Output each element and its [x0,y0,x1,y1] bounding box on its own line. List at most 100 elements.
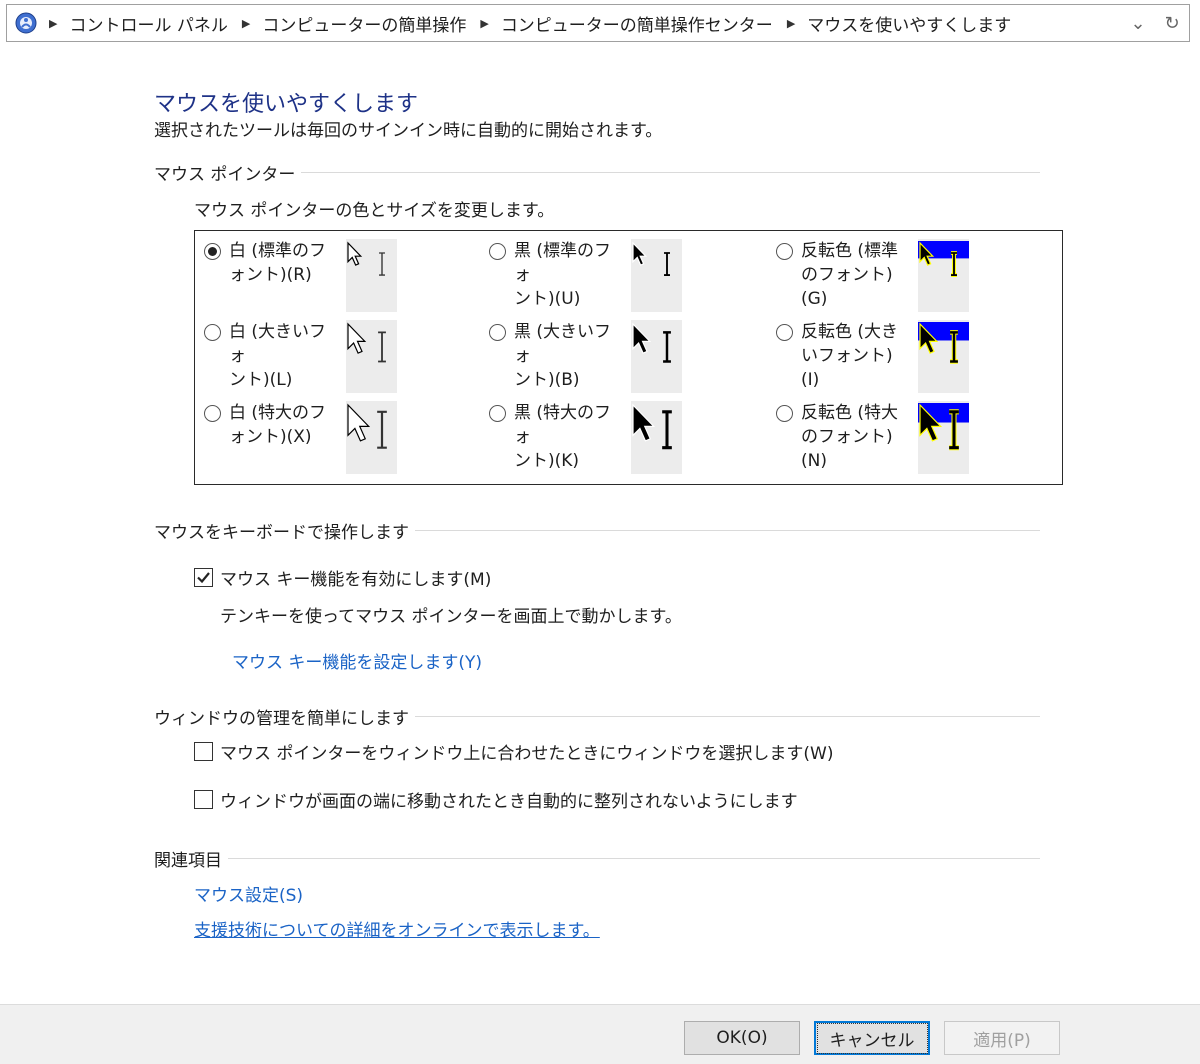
pointer-option-label-line1: 白 (特大のフ [229,403,327,423]
breadcrumb: ▶ コントロール パネル ▶ コンピューターの簡単操作 ▶ コンピューターの簡単… [49,11,1121,36]
cursor-preview-icon [918,403,969,451]
cursor-preview-icon [632,241,670,277]
pointer-preview [918,320,969,393]
mouse-keys-label[interactable]: マウス キー機能を有効にします(M) [220,565,491,590]
section-divider [228,857,1040,859]
pointer-preview [918,239,969,312]
refresh-icon[interactable]: ↻ [1155,5,1189,41]
breadcrumb-ease-of-access[interactable]: コンピューターの簡単操作 [262,11,466,36]
pointer-option-white-medium[interactable]: 白 (大きいフォ ント)(L) [195,312,475,393]
mouse-settings-link[interactable]: マウス設定(S) [194,881,303,906]
pointer-preview [631,239,682,312]
dialog-footer: OK(O) キャンセル 適用(P) [0,1004,1200,1064]
pointer-option-radio[interactable] [204,243,221,260]
pointer-option-radio[interactable] [204,405,221,422]
section-divider [301,171,1040,173]
cursor-preview-icon [632,403,672,450]
apply-button[interactable]: 適用(P) [944,1021,1060,1055]
pointer-option-radio[interactable] [489,405,506,422]
section-divider [415,715,1040,717]
pointer-option-label-line2: ント)(K) [514,451,580,471]
breadcrumb-ease-of-access-center[interactable]: コンピューターの簡単操作センター [501,11,773,36]
mouse-keys-checkbox[interactable] [194,568,213,587]
pointer-option-label[interactable]: 白 (大きいフォ ント)(L) [229,320,337,392]
hover-select-label[interactable]: マウス ポインターをウィンドウ上に合わせたときにウィンドウを選択します(W) [220,739,833,764]
ok-button[interactable]: OK(O) [684,1021,800,1055]
prevent-snap-label[interactable]: ウィンドウが画面の端に移動されたとき自動的に整列されないようにします [220,787,798,812]
cursor-preview-icon [347,403,387,449]
section-mouse-pointer: マウス ポインター [154,160,1040,185]
pointer-option-label-line2: ント)(U) [514,289,581,309]
section-mouse-keys: マウスをキーボードで操作します [154,518,1040,543]
pointer-option-label-line2: ント)(L) [229,370,293,390]
pointer-option-label[interactable]: 黒 (大きいフォント)(B) [514,320,622,392]
cursor-preview-icon [347,322,386,363]
address-bar[interactable]: ▶ コントロール パネル ▶ コンピューターの簡単操作 ▶ コンピューターの簡単… [6,4,1190,42]
cursor-preview-icon [632,322,671,363]
pointer-option-label-line2: ォント)(R) [229,265,312,285]
pointer-option-label-line1: 反転色 (特大 [801,403,899,423]
chevron-down-icon[interactable]: ⌄ [1121,5,1155,41]
cancel-button-label: キャンセル [816,1022,928,1054]
section-divider [415,529,1040,531]
pointer-option-radio[interactable] [204,324,221,341]
ok-button-label: OK(O) [716,1028,768,1048]
pointer-preview [346,320,397,393]
pointer-scheme-group: 白 (標準のフ ォント)(R) 黒 (標準のフォ ント)(U) 反転色 (標準 のフォント… [194,230,1063,485]
pointer-option-label-line2: ント)(B) [514,370,580,390]
pointer-option-label[interactable]: 黒 (標準のフォント)(U) [514,239,622,311]
pointer-preview [631,401,682,474]
page-title: マウスを使いやすくします [154,92,419,117]
section-heading: ウィンドウの管理を簡単にします [154,708,409,729]
pointer-option-label-line1: 白 (標準のフ [229,241,327,261]
pointer-option-label[interactable]: 白 (標準のフ ォント)(R) [229,239,337,287]
prevent-snap-checkbox[interactable] [194,790,213,809]
pointer-option-label-line1: 黒 (大きいフォ [514,322,612,366]
pointer-option-radio[interactable] [489,243,506,260]
pointer-option-inverted-large[interactable]: 反転色 (特大のフォント)(N) [767,393,1047,474]
pointer-option-label[interactable]: 反転色 (大きいフォント)(I) [801,320,909,392]
pointer-option-label-line1: 反転色 (大き [801,322,899,342]
pointer-option-label[interactable]: 反転色 (標準 のフォント)(G) [801,239,909,311]
section-heading: 関連項目 [154,850,222,871]
pointer-option-radio[interactable] [776,405,793,422]
pointer-option-white-small[interactable]: 白 (標準のフ ォント)(R) [195,231,475,312]
pointer-option-label-line2: のフォント)(N) [801,427,893,471]
pointer-option-black-small[interactable]: 黒 (標準のフォント)(U) [480,231,760,312]
cancel-button[interactable]: キャンセル [814,1021,930,1055]
mouse-keys-description: テンキーを使ってマウス ポインターを画面上で動かします。 [220,607,682,627]
pointer-preview [631,320,682,393]
pointer-option-label[interactable]: 白 (特大のフ ォント)(X) [229,401,337,449]
page-subtitle: 選択されたツールは毎回のサインイン時に自動的に開始されます。 [154,121,663,141]
pointer-description: マウス ポインターの色とサイズを変更します。 [194,201,555,221]
pointer-option-label-line2: いフォント)(I) [801,346,893,390]
breadcrumb-current-page[interactable]: マウスを使いやすくします [807,11,1011,36]
pointer-option-label-line1: 反転色 (標準 [801,241,899,261]
pointer-option-label-line1: 黒 (標準のフォ [514,241,612,285]
online-help-link[interactable]: 支援技術についての詳細をオンラインで表示します。 [194,916,600,941]
pointer-option-radio[interactable] [489,324,506,341]
section-heading: マウスをキーボードで操作します [154,522,409,543]
pointer-option-black-large[interactable]: 黒 (特大のフォ ント)(K) [480,393,760,474]
breadcrumb-separator-icon: ▶ [241,16,251,30]
breadcrumb-separator-icon: ▶ [480,16,489,30]
section-heading: マウス ポインター [154,164,296,185]
pointer-option-label[interactable]: 黒 (特大のフォ ント)(K) [514,401,622,473]
pointer-option-inverted-small[interactable]: 反転色 (標準 のフォント)(G) [767,231,1047,312]
apply-button-label: 適用(P) [973,1030,1031,1051]
pointer-option-radio[interactable] [776,243,793,260]
checkmark-icon [197,572,210,584]
pointer-option-label[interactable]: 反転色 (特大のフォント)(N) [801,401,909,473]
pointer-option-inverted-medium[interactable]: 反転色 (大きいフォント)(I) [767,312,1047,393]
cursor-preview-icon [347,241,385,276]
pointer-option-radio[interactable] [776,324,793,341]
cursor-preview-icon [918,241,969,278]
hover-select-checkbox[interactable] [194,742,213,761]
setup-mouse-keys-link[interactable]: マウス キー機能を設定します(Y) [232,648,482,673]
cursor-preview-icon [918,322,969,364]
breadcrumb-control-panel[interactable]: コントロール パネル [69,11,227,36]
pointer-option-white-large[interactable]: 白 (特大のフ ォント)(X) [195,393,475,474]
pointer-option-black-medium[interactable]: 黒 (大きいフォント)(B) [480,312,760,393]
pointer-option-label-line2: ォント)(X) [229,427,312,447]
pointer-preview [918,401,969,474]
